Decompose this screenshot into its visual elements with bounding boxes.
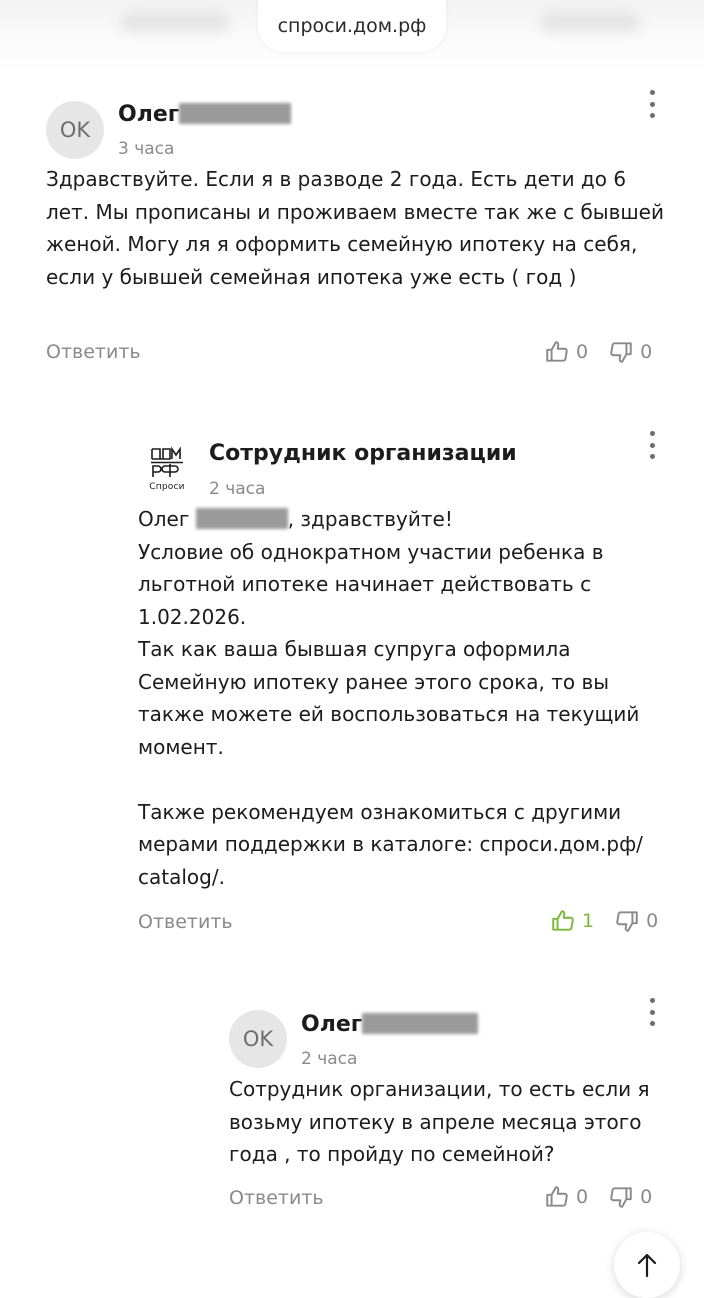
reply-button[interactable]: Ответить [46, 341, 141, 363]
blurred-tab [120, 12, 230, 32]
paragraph: Условие об однократном участии ребенка в… [138, 539, 604, 629]
dislike-button[interactable]: 0 [614, 908, 658, 934]
avatar-initials: OK [242, 1027, 274, 1051]
comment-author[interactable]: Сотрудник организации [209, 441, 517, 466]
avatar-initials: OK [59, 118, 91, 142]
dislike-button[interactable]: 0 [608, 339, 652, 365]
dislike-button[interactable]: 0 [608, 1184, 652, 1210]
organization-avatar[interactable]: Спроси [144, 446, 190, 504]
thumbs-up-icon [546, 1186, 568, 1207]
author-name: Олег [301, 1012, 363, 1037]
vote-controls: 0 0 [544, 339, 652, 365]
redacted-surname [362, 1013, 479, 1034]
comment-text: Сотрудник организации, то есть если я во… [229, 1077, 650, 1166]
more-options-icon[interactable] [642, 998, 662, 1026]
url-text: спроси.дом.рф [277, 15, 427, 37]
more-options-icon[interactable] [642, 90, 662, 118]
comment-text: Олег , здравствуйте! Условие об однократ… [138, 503, 668, 893]
blurred-tab [540, 12, 640, 32]
dislike-count: 0 [640, 341, 653, 363]
redacted-surname [195, 508, 288, 529]
comment-text: Здравствуйте. Если я в разводе 2 года. Е… [46, 167, 664, 289]
thumbs-down-icon [610, 342, 632, 363]
like-button[interactable]: 1 [550, 908, 594, 934]
more-options-icon[interactable] [642, 431, 662, 459]
thumbs-up-icon [552, 910, 574, 931]
arrow-up-icon [637, 1253, 657, 1278]
comment-author[interactable]: Олег [118, 102, 292, 127]
paragraph: Также рекомендуем ознакомиться с другими… [138, 799, 643, 889]
vote-controls: 0 0 [544, 1184, 652, 1210]
comment-time: 3 часа [118, 139, 175, 159]
comment-author[interactable]: Олег [301, 1012, 479, 1037]
redacted-surname [179, 103, 292, 124]
like-count: 0 [576, 1186, 589, 1208]
like-button[interactable]: 0 [544, 339, 588, 365]
comment-time: 2 часа [301, 1049, 358, 1069]
address-bar[interactable]: спроси.дом.рф [258, 0, 446, 52]
greeting-line: Олег , здравствуйте! [138, 507, 453, 531]
avatar[interactable]: OK [229, 1010, 287, 1068]
reply-button[interactable]: Ответить [229, 1187, 324, 1209]
browser-top-bar: спроси.дом.рф [0, 0, 704, 72]
vote-controls: 1 0 [550, 908, 658, 934]
dom-rf-logo-icon [151, 446, 183, 477]
thumbs-down-icon [610, 1187, 632, 1208]
like-count: 0 [576, 341, 589, 363]
comment-time: 2 часа [209, 479, 266, 499]
thumbs-up-icon [546, 341, 568, 362]
thumbs-down-icon [616, 911, 638, 932]
scroll-to-top-button[interactable] [614, 1232, 680, 1298]
dislike-count: 0 [640, 1186, 653, 1208]
like-button[interactable]: 0 [544, 1184, 588, 1210]
paragraph: Так как ваша бывшая супруга оформила Сем… [138, 637, 640, 759]
reply-button[interactable]: Ответить [138, 911, 233, 933]
avatar[interactable]: OK [46, 101, 104, 159]
author-name: Олег [118, 102, 180, 127]
avatar-label: Спроси [149, 482, 185, 492]
like-count: 1 [582, 910, 595, 932]
dislike-count: 0 [646, 910, 659, 932]
